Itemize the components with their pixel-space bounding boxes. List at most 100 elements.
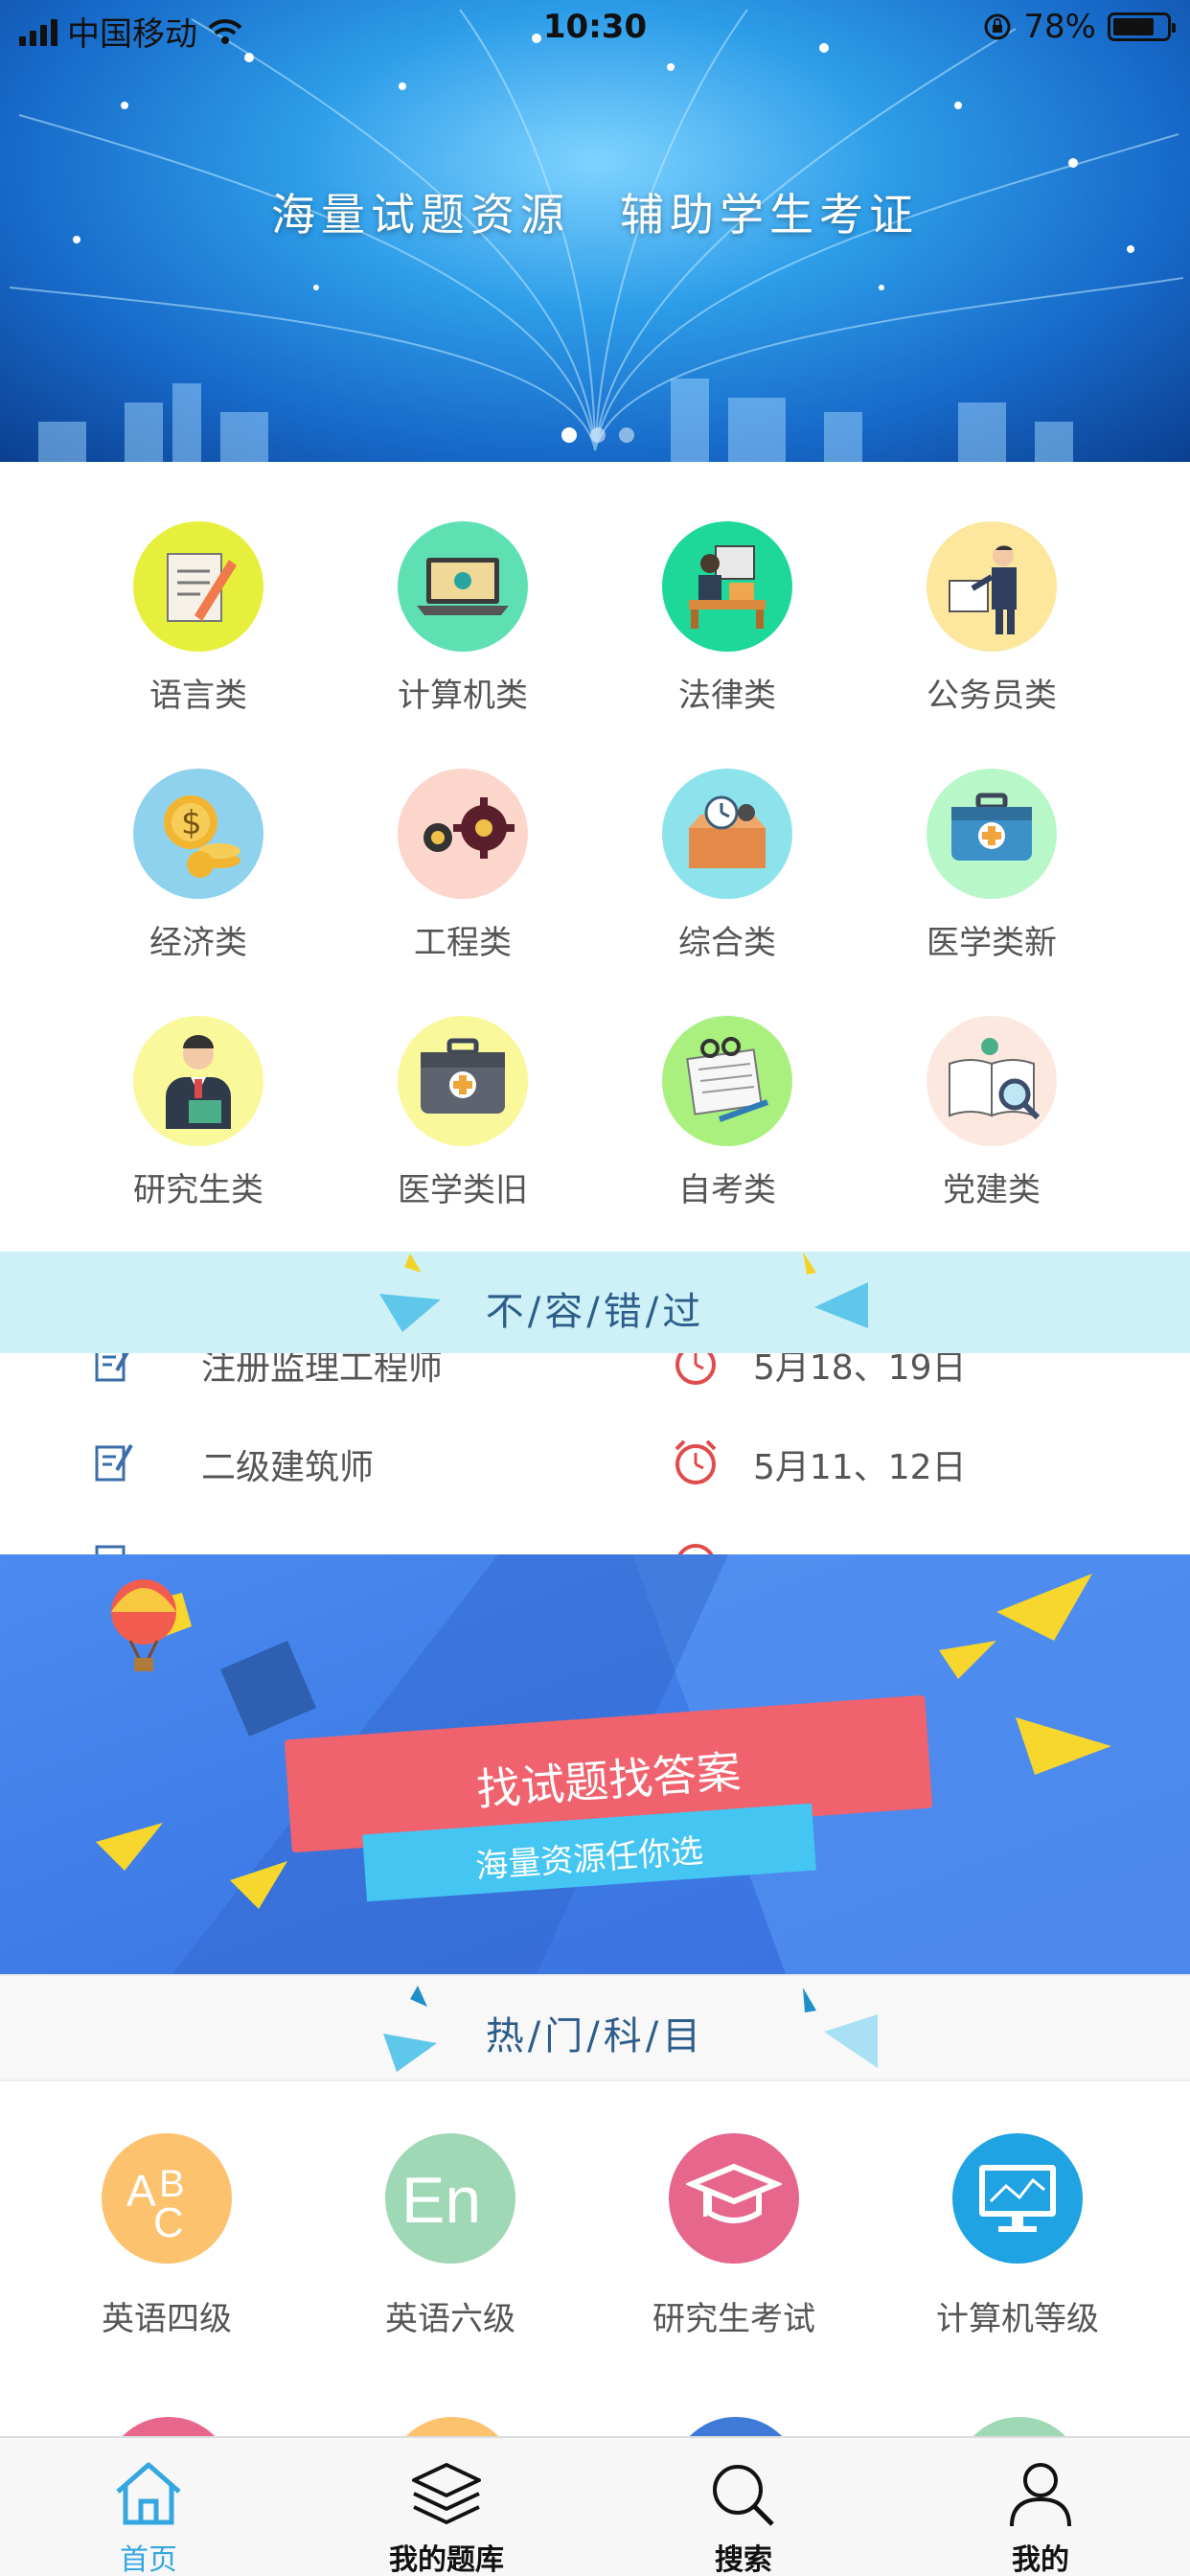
battery-percent: 78% xyxy=(1023,8,1096,46)
alarm-clock-icon xyxy=(677,1544,714,1554)
presenter-icon xyxy=(927,521,1057,652)
category-label: 法律类 xyxy=(678,677,776,715)
exam-date: 5月18、19日 xyxy=(753,1353,967,1388)
tab-search[interactable]: 搜索 xyxy=(638,2459,849,2576)
svg-text:C: C xyxy=(153,2199,184,2246)
exam-name: 注册监理工程师 xyxy=(201,1353,444,1388)
tab-label: 搜索 xyxy=(715,2543,772,2576)
tab-label: 我的 xyxy=(1012,2543,1069,2576)
banner-dot[interactable] xyxy=(590,427,606,443)
category-item[interactable]: 研究生类 xyxy=(66,1016,331,1210)
bottom-tab-bar: 首页 我的题库 搜索 我的 xyxy=(0,2436,1190,2576)
category-label: 经济类 xyxy=(149,924,247,962)
category-label: 公务员类 xyxy=(927,677,1057,715)
en-icon: En xyxy=(385,2133,515,2264)
laptop-icon xyxy=(398,521,528,652)
exam-date: 5月11、12日 xyxy=(753,1448,967,1487)
category-label: 自考类 xyxy=(678,1171,776,1209)
svg-text:$: $ xyxy=(181,804,202,842)
category-item[interactable]: 医学类新 xyxy=(859,769,1124,963)
person-icon xyxy=(1010,2463,1071,2527)
edit-document-icon xyxy=(95,1353,129,1382)
category-label: 医学类旧 xyxy=(398,1171,528,1209)
banner-dot[interactable] xyxy=(561,427,577,443)
box-clock-icon xyxy=(662,769,792,899)
hot-subjects-header: 热/门/科/目 xyxy=(0,1974,1190,2082)
category-label: 研究生类 xyxy=(133,1171,263,1209)
subject-item-partial[interactable] xyxy=(671,2417,801,2436)
subject-item[interactable]: ABC 英语四级 xyxy=(25,2133,309,2339)
category-label: 语言类 xyxy=(149,677,247,715)
hot-subjects-title: 热/门/科/目 xyxy=(485,2014,705,2058)
tab-my-question-bank[interactable]: 我的题库 xyxy=(341,2459,552,2576)
edit-document-icon xyxy=(95,1444,133,1482)
tab-me[interactable]: 我的 xyxy=(935,2459,1146,2576)
subject-item[interactable]: 计算机等级 xyxy=(876,2133,1159,2339)
banner-pagination[interactable] xyxy=(561,427,634,443)
alarm-clock-icon xyxy=(675,1439,717,1484)
category-item[interactable]: 公务员类 xyxy=(859,521,1124,716)
list-item[interactable] xyxy=(0,1533,1190,1554)
subject-item-partial[interactable] xyxy=(387,2417,517,2436)
list-item[interactable]: 二级建筑师 5月11、12日 xyxy=(0,1434,1190,1491)
medical-case-icon xyxy=(398,1016,528,1146)
pencil-document-icon xyxy=(133,521,263,652)
alarm-clock-icon xyxy=(675,1353,716,1385)
medical-kit-icon xyxy=(927,769,1057,899)
category-label: 综合类 xyxy=(678,924,776,962)
promo-banner[interactable]: 找试题找答案 海量资源任你选 xyxy=(0,1554,1190,1974)
tab-home[interactable]: 首页 xyxy=(43,2459,254,2576)
category-label: 党建类 xyxy=(943,1171,1041,1209)
exam-schedule-list: 注册监理工程师 5月18、19日 二级建筑师 5月11、12日 xyxy=(0,1353,1190,1554)
category-item[interactable]: 党建类 xyxy=(859,1016,1124,1210)
svg-text:A: A xyxy=(126,2166,156,2216)
subject-label: 英语六级 xyxy=(385,2300,515,2338)
home-icon xyxy=(116,2462,181,2525)
category-item[interactable]: 工程类 xyxy=(331,769,595,963)
banner-title: 海量试题资源 辅助学生考证 xyxy=(271,189,919,241)
subject-label: 研究生考试 xyxy=(652,2300,815,2338)
category-item[interactable]: 法律类 xyxy=(595,521,859,716)
subject-item[interactable]: 研究生考试 xyxy=(592,2133,876,2339)
banner-dot[interactable] xyxy=(619,427,634,443)
category-label: 工程类 xyxy=(414,924,512,962)
orientation-lock-icon xyxy=(984,13,1011,40)
notebook-pen-icon xyxy=(662,1016,792,1146)
category-item[interactable]: $ 经济类 xyxy=(66,769,331,963)
hot-subjects-grid: ABC 英语四级 En 英语六级 研究生考试 计算机等级 xyxy=(0,2082,1190,2436)
office-desk-icon xyxy=(662,521,792,652)
category-grid: 语言类 计算机类 法律类 公务员类 $ 经济类 工程类 综合类 医学类新 研究生… xyxy=(0,462,1190,1252)
book-magnifier-icon xyxy=(927,1016,1057,1146)
svg-text:En: En xyxy=(401,2164,481,2237)
search-icon xyxy=(713,2465,774,2526)
edit-document-icon xyxy=(95,1545,126,1554)
list-item[interactable]: 注册监理工程师 5月18、19日 xyxy=(0,1353,1190,1392)
tab-label: 我的题库 xyxy=(389,2543,504,2576)
battery-icon xyxy=(1108,12,1176,41)
exam-name: 二级建筑师 xyxy=(201,1448,375,1487)
monitor-chart-icon xyxy=(952,2133,1083,2264)
tab-label: 首页 xyxy=(120,2543,177,2576)
not-to-miss-header: 不/容/错/过 xyxy=(0,1252,1190,1353)
gears-icon xyxy=(398,769,528,899)
category-item[interactable]: 医学类旧 xyxy=(331,1016,595,1210)
not-to-miss-title: 不/容/错/过 xyxy=(485,1290,705,1334)
category-label: 医学类新 xyxy=(927,924,1057,962)
abc-icon: ABC xyxy=(102,2133,232,2264)
subject-label: 计算机等级 xyxy=(936,2300,1099,2338)
coins-gear-icon: $ xyxy=(133,769,263,899)
category-label: 计算机类 xyxy=(398,677,528,715)
subject-label: 英语四级 xyxy=(102,2300,232,2338)
subject-item-partial[interactable] xyxy=(954,2417,1085,2436)
layers-icon xyxy=(412,2463,481,2524)
category-item[interactable]: 计算机类 xyxy=(331,521,595,716)
category-item[interactable]: 综合类 xyxy=(595,769,859,963)
subject-item[interactable]: En 英语六级 xyxy=(309,2133,592,2339)
graduate-person-icon xyxy=(133,1016,263,1146)
category-item[interactable]: 自考类 xyxy=(595,1016,859,1210)
hero-banner[interactable]: 海量试题资源 辅助学生考证 xyxy=(0,0,1190,462)
category-item[interactable]: 语言类 xyxy=(66,521,331,716)
graduation-cap-icon xyxy=(669,2133,799,2264)
status-bar: 中国移动 10:30 78% xyxy=(0,0,1190,58)
subject-item-partial[interactable] xyxy=(103,2417,234,2436)
